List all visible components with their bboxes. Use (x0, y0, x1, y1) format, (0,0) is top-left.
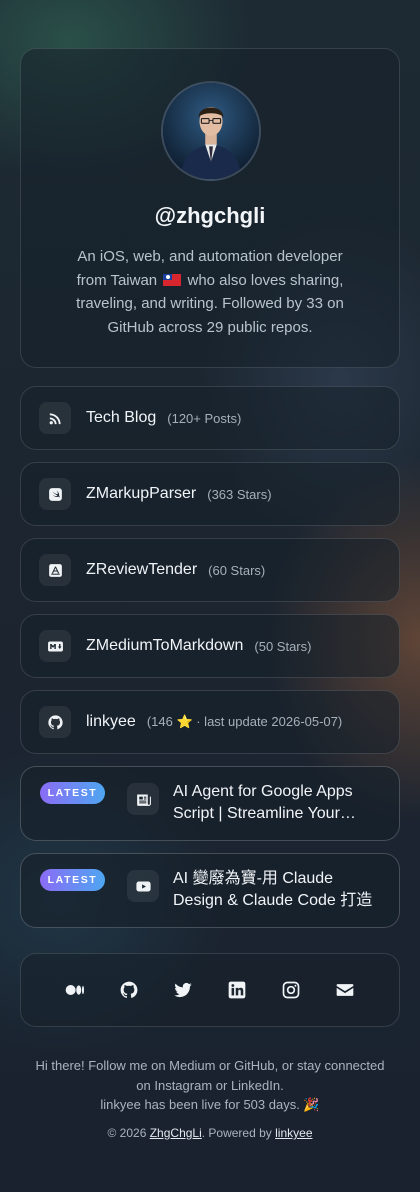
twitter-icon[interactable] (173, 980, 193, 1000)
link-linkyee[interactable]: linkyee (146 ⭐ · last update 2026-05-07) (20, 690, 400, 754)
link-zmediumtomarkdown[interactable]: ZMediumToMarkdown (50 Stars) (20, 614, 400, 678)
footer-live-days: linkyee has been live for 503 days. 🎉 (100, 1097, 320, 1112)
powered-prefix: . Powered by (201, 1126, 272, 1140)
mail-icon[interactable] (335, 980, 355, 1000)
medium-icon[interactable] (65, 980, 85, 1000)
latest-post-title: AI 變廢為寶-用 Claude Design & Claude Code 打造 (173, 870, 373, 909)
footer-text: Hi there! Follow me on Medium or GitHub,… (30, 1056, 390, 1115)
profile-bio: An iOS, web, and automation developer fr… (61, 245, 359, 339)
rss-icon (39, 402, 71, 434)
profile-card: @zhgchgli An iOS, web, and automation de… (20, 48, 400, 368)
instagram-icon[interactable] (281, 980, 301, 1000)
newspaper-icon (127, 783, 159, 815)
link-title: ZMarkupParser (86, 485, 197, 502)
link-meta: (120+ Posts) (167, 410, 242, 426)
copyright-prefix: © 2026 (107, 1126, 147, 1140)
profile-handle: @zhgchgli (154, 203, 266, 228)
link-zmarkupparser[interactable]: ZMarkupParser (363 Stars) (20, 462, 400, 526)
footer-follow-text: Hi there! Follow me on Medium or GitHub,… (35, 1058, 385, 1093)
copyright: © 2026 ZhgChgLi. Powered by linkyee (0, 1126, 420, 1140)
github-icon[interactable] (119, 980, 139, 1000)
social-links (20, 953, 400, 1027)
link-meta: (60 Stars) (208, 562, 266, 578)
github-icon (39, 706, 71, 738)
link-title: Tech Blog (86, 409, 157, 426)
markdown-icon (39, 630, 71, 662)
link-title: linkyee (86, 713, 136, 730)
link-zreviewtender[interactable]: ZReviewTender (60 Stars) (20, 538, 400, 602)
link-meta: (50 Stars) (254, 638, 312, 654)
copyright-name-link[interactable]: ZhgChgLi (150, 1126, 202, 1140)
link-meta: (146 ⭐ · last update 2026-05-07) (146, 714, 343, 729)
powered-by-link[interactable]: linkyee (275, 1126, 312, 1140)
app-store-icon (39, 554, 71, 586)
latest-post-2[interactable]: LATEST AI 變廢為寶-用 Claude Design & Claude … (20, 853, 400, 928)
swift-icon (39, 478, 71, 510)
latest-post-title: AI Agent for Google Apps Script | Stream… (173, 783, 353, 822)
link-title: ZReviewTender (86, 561, 198, 578)
avatar (161, 81, 261, 181)
latest-badge: LATEST (40, 869, 105, 891)
linkedin-icon[interactable] (227, 980, 247, 1000)
link-tech-blog[interactable]: Tech Blog (120+ Posts) (20, 386, 400, 450)
taiwan-flag-icon (163, 273, 182, 286)
link-title: ZMediumToMarkdown (86, 637, 244, 654)
latest-post-1[interactable]: LATEST AI Agent for Google Apps Script |… (20, 766, 400, 841)
youtube-icon (127, 870, 159, 902)
link-meta: (363 Stars) (207, 486, 272, 502)
latest-badge: LATEST (40, 782, 105, 804)
